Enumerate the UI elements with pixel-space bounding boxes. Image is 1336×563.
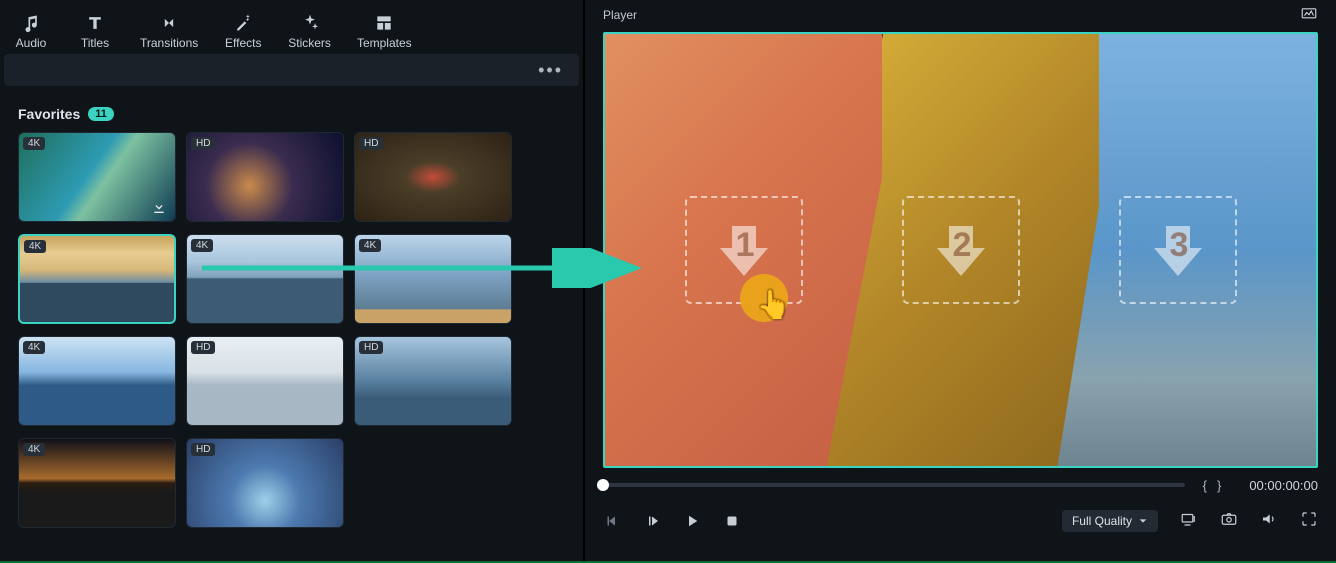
fullscreen-icon[interactable] xyxy=(1300,510,1318,533)
drop-target[interactable]: 2 xyxy=(902,196,1020,304)
quality-badge: HD xyxy=(359,341,383,354)
player-controls: Full Quality xyxy=(603,504,1318,538)
tab-label: Stickers xyxy=(288,36,331,50)
timecode: 00:00:00:00 xyxy=(1249,478,1318,493)
tab-templates[interactable]: Templates xyxy=(351,10,418,52)
stop-button[interactable] xyxy=(723,512,741,530)
play-button[interactable] xyxy=(683,512,701,530)
media-thumbnail[interactable]: 4K xyxy=(18,132,176,222)
tab-titles[interactable]: Titles xyxy=(70,10,120,52)
media-thumbnail[interactable]: 4K xyxy=(18,336,176,426)
media-thumbnail[interactable]: HD xyxy=(354,336,512,426)
quality-badge: HD xyxy=(191,443,215,456)
chevron-down-icon xyxy=(1138,516,1148,526)
favorites-count-badge: 11 xyxy=(88,107,114,121)
quality-badge: HD xyxy=(191,137,215,150)
tab-audio[interactable]: Audio xyxy=(6,10,56,52)
volume-icon[interactable] xyxy=(1260,510,1278,533)
magic-wand-icon xyxy=(232,12,254,34)
music-note-icon xyxy=(20,12,42,34)
player-title: Player xyxy=(603,8,637,22)
media-thumbnail[interactable]: HD xyxy=(354,132,512,222)
tab-transitions[interactable]: Transitions xyxy=(134,10,204,52)
section-title: Favorites xyxy=(18,106,80,122)
slot-number: 2 xyxy=(952,226,971,264)
drop-target[interactable]: 3 xyxy=(1119,196,1237,304)
quality-badge: 4K xyxy=(23,137,45,150)
layout-grid-icon xyxy=(373,12,395,34)
quality-badge: 4K xyxy=(24,240,46,253)
quality-badge: HD xyxy=(191,341,215,354)
in-out-markers[interactable]: {} xyxy=(1203,478,1232,493)
prev-frame-button[interactable] xyxy=(603,512,621,530)
snapshot-icon[interactable] xyxy=(1220,510,1238,533)
tab-label: Effects xyxy=(225,36,261,50)
media-thumbnail[interactable]: 4K xyxy=(354,234,512,324)
tab-effects[interactable]: Effects xyxy=(218,10,268,52)
quality-badge: 4K xyxy=(23,341,45,354)
quality-label: Full Quality xyxy=(1072,514,1132,528)
tab-label: Transitions xyxy=(140,36,198,50)
player-preview[interactable]: 1 👆 2 xyxy=(603,32,1318,468)
timeline: {} 00:00:00:00 xyxy=(603,476,1318,494)
quality-badge: 4K xyxy=(23,443,45,456)
section-header: Favorites 11 xyxy=(18,106,565,122)
playhead[interactable] xyxy=(597,479,609,491)
slot-number: 3 xyxy=(1169,226,1188,264)
media-thumbnail[interactable]: 4K xyxy=(18,234,176,324)
top-tabs: Audio Titles Transitions Effects xyxy=(0,0,583,54)
more-options-icon[interactable]: ••• xyxy=(538,60,563,81)
timeline-track[interactable] xyxy=(603,483,1185,487)
quality-badge: 4K xyxy=(359,239,381,252)
quality-badge: HD xyxy=(359,137,383,150)
sparkle-icon xyxy=(299,12,321,34)
tab-label: Titles xyxy=(81,36,109,50)
media-grid: 4K HD HD 4K 4K 4K 4K HD HD 4K HD xyxy=(18,132,565,528)
tab-label: Templates xyxy=(357,36,412,50)
playback-quality-dropdown[interactable]: Full Quality xyxy=(1062,510,1158,532)
media-thumbnail[interactable]: HD xyxy=(186,438,344,528)
tab-label: Audio xyxy=(16,36,47,50)
quality-badge: 4K xyxy=(191,239,213,252)
media-thumbnail[interactable]: HD xyxy=(186,132,344,222)
display-settings-icon[interactable] xyxy=(1300,5,1318,26)
media-thumbnail[interactable]: 4K xyxy=(18,438,176,528)
download-icon[interactable] xyxy=(151,199,167,215)
library-subbar: ••• xyxy=(4,54,579,86)
tab-stickers[interactable]: Stickers xyxy=(282,10,337,52)
media-thumbnail[interactable]: 4K xyxy=(186,234,344,324)
slot-number: 1 xyxy=(735,226,754,264)
media-thumbnail[interactable]: HD xyxy=(186,336,344,426)
text-t-icon xyxy=(84,12,106,34)
render-preview-icon[interactable] xyxy=(1180,510,1198,533)
transition-swap-icon xyxy=(158,12,180,34)
step-back-button[interactable] xyxy=(643,512,661,530)
